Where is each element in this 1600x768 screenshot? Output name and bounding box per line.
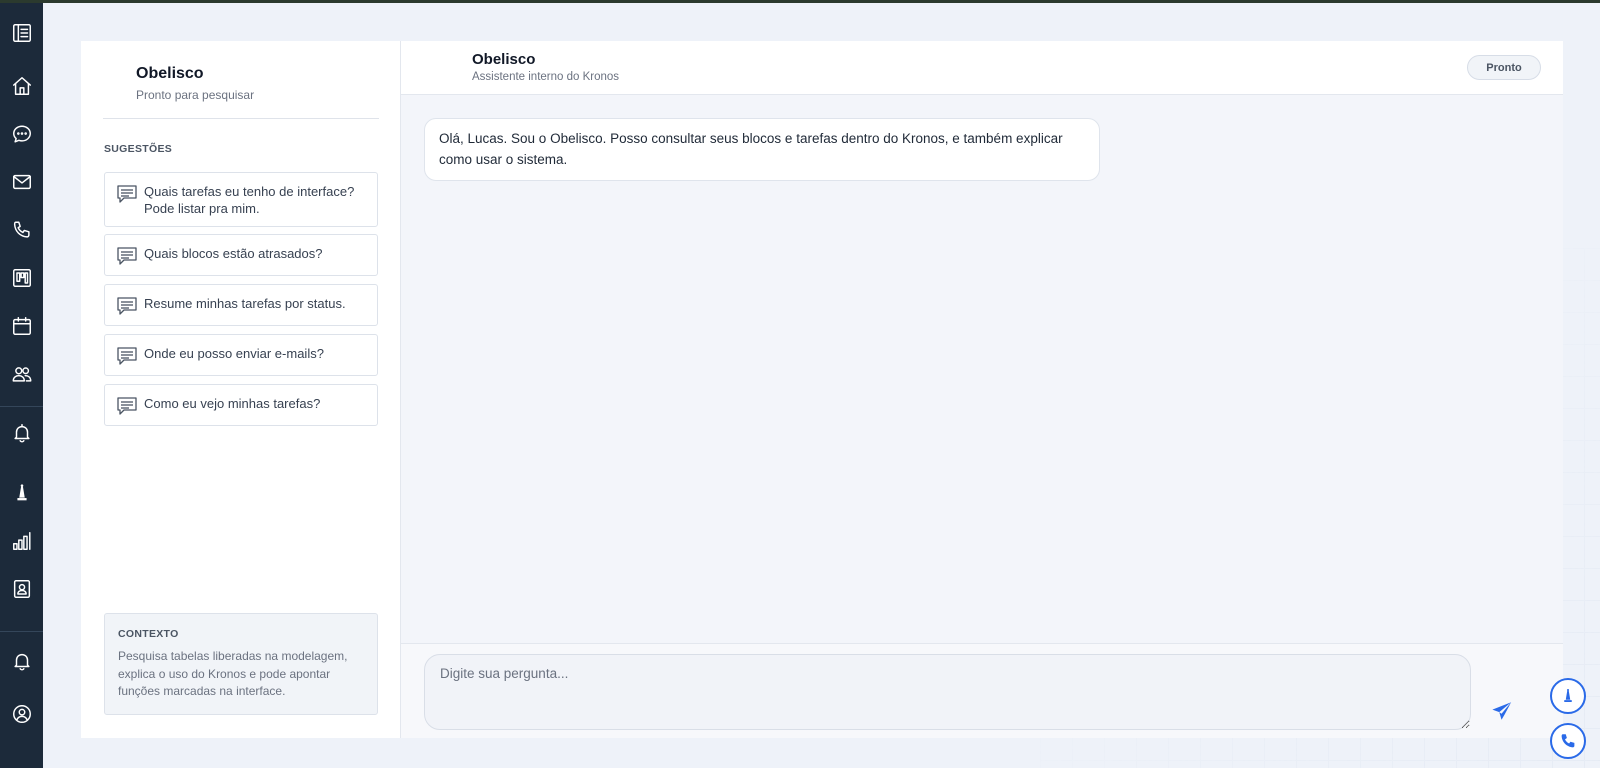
obelisk-icon — [1564, 688, 1572, 702]
chat-icon[interactable] — [9, 121, 35, 147]
phone-fab-button[interactable] — [1550, 723, 1586, 759]
message-icon — [116, 184, 138, 204]
question-input[interactable] — [424, 654, 1471, 730]
context-box: CONTEXTO Pesquisa tabelas liberadas na m… — [104, 613, 378, 715]
suggestion-item[interactable]: Resume minhas tarefas por status. — [104, 284, 378, 326]
suggestions-label: SUGESTÕES — [104, 143, 173, 155]
context-label: CONTEXTO — [118, 628, 179, 640]
users-icon[interactable] — [9, 361, 35, 387]
chat-title: Obelisco — [472, 51, 536, 68]
message-icon — [116, 296, 138, 316]
message-icon — [116, 246, 138, 266]
kanban-icon[interactable] — [9, 265, 35, 291]
suggestion-item[interactable]: Quais tarefas eu tenho de interface? Pod… — [104, 172, 378, 227]
send-button[interactable] — [1488, 697, 1516, 725]
message-icon — [116, 396, 138, 416]
home-icon[interactable] — [9, 73, 35, 99]
nav-rail — [0, 3, 43, 768]
suggestion-item[interactable]: Onde eu posso enviar e-mails? — [104, 334, 378, 376]
suggestion-item[interactable]: Como eu vejo minhas tarefas? — [104, 384, 378, 426]
sidebar-title: Obelisco — [136, 65, 204, 82]
suggestion-text: Onde eu posso enviar e-mails? — [144, 346, 324, 361]
suggestion-item[interactable]: Quais blocos estão atrasados? — [104, 234, 378, 276]
obelisk-fab-button[interactable] — [1550, 678, 1586, 714]
message-composer — [401, 643, 1563, 738]
calendar-icon[interactable] — [9, 313, 35, 339]
top-accent-line — [0, 0, 1600, 3]
user-profile-icon[interactable] — [9, 701, 35, 727]
suggestion-text: Resume minhas tarefas por status. — [144, 296, 346, 311]
assistant-message: Olá, Lucas. Sou o Obelisco. Posso consul… — [424, 118, 1100, 181]
assistant-panel: Obelisco Pronto para pesquisar SUGESTÕES… — [81, 41, 1563, 738]
chat-subtitle: Assistente interno do Kronos — [472, 71, 620, 83]
rail-divider — [0, 406, 43, 407]
sidebar-subtitle: Pronto para pesquisar — [136, 88, 255, 102]
message-icon — [116, 346, 138, 366]
suggestion-text: Como eu vejo minhas tarefas? — [144, 396, 321, 411]
status-badge: Pronto — [1467, 55, 1541, 80]
chat-header: Obelisco Assistente interno do Kronos Pr… — [401, 41, 1563, 95]
context-text: Pesquisa tabelas liberadas na modelagem,… — [118, 649, 348, 698]
suggestion-text: Quais tarefas eu tenho de interface? Pod… — [144, 184, 355, 216]
bell-icon[interactable] — [9, 420, 35, 446]
notification-bell-icon[interactable] — [9, 648, 35, 674]
suggestion-text: Quais blocos estão atrasados? — [144, 246, 323, 261]
contact-card-icon[interactable] — [9, 576, 35, 602]
suggestions-sidebar: Obelisco Pronto para pesquisar SUGESTÕES… — [81, 41, 401, 738]
send-icon — [1492, 702, 1512, 720]
obelisk-icon[interactable] — [9, 480, 35, 506]
mail-icon[interactable] — [9, 169, 35, 195]
sidebar-toggle-icon[interactable] — [9, 20, 35, 46]
phone-icon[interactable] — [9, 217, 35, 243]
chat-area: Obelisco Assistente interno do Kronos Pr… — [401, 41, 1563, 738]
chart-icon[interactable] — [9, 528, 35, 554]
phone-icon — [1561, 734, 1575, 748]
rail-divider — [0, 631, 43, 632]
